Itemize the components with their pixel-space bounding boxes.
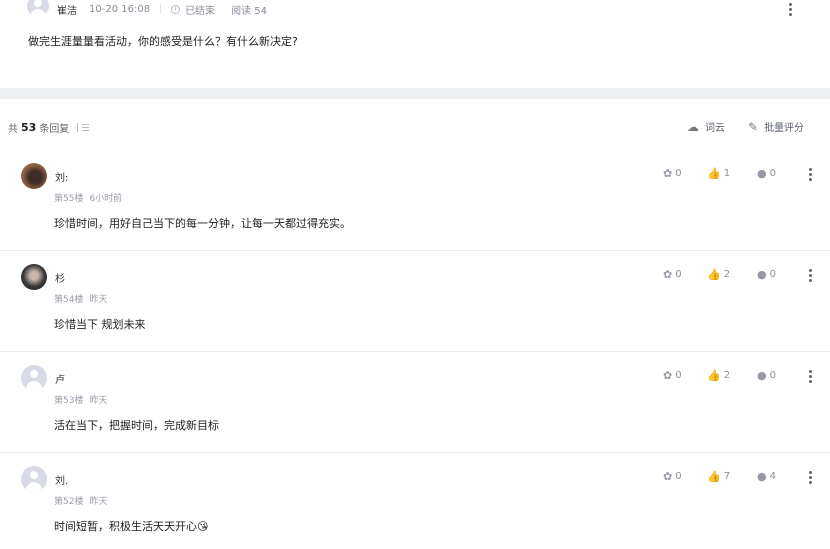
flower-button[interactable]: ✿ 0 [663,269,682,280]
comment-count: 4 [769,471,776,482]
post-meta: 崔洁 10-20 16:08 已结束 阅读 54 [27,0,267,18]
reply-item: 卢 第53楼 昨天 活在当下，把握时间，完成新目标 ✿ 0 👍 2 ● 0 [0,352,830,453]
reply-author[interactable]: 刘: [55,169,68,184]
wordcloud-button[interactable]: ☁ 词云 [687,119,725,135]
thumbs-up-icon: 👍 [707,268,721,281]
post-more-icon[interactable] [788,3,792,17]
reply-item: 刘. 第52楼 昨天 时间短暂，积极生活天天开心😘 ✿ 0 👍 7 ● 4 [0,453,830,549]
status-badge: 已结束 [185,5,216,17]
comment-icon: ● [757,369,767,382]
flower-count: 0 [675,269,682,280]
flower-count: 0 [675,168,682,179]
comment-count: 0 [769,370,776,381]
reply-more-icon[interactable] [808,269,812,283]
comment-icon: ● [757,167,767,180]
edit-icon: ✎ [748,119,759,134]
reply-time: 昨天 [89,396,108,406]
reply-item: 刘: 第55楼 6小时前 珍惜时间，用好自己当下的每一分钟，让每一天都过得充实。 … [0,150,830,251]
reply-content: 珍惜时间，用好自己当下的每一分钟，让每一天都过得充实。 [54,217,351,230]
reply-content: 珍惜当下 规划未来 [54,318,146,331]
author-avatar[interactable] [27,0,49,17]
thumbs-up-icon: 👍 [707,369,721,382]
post-title: 做完生涯量量看活动，你的感受是什么？有什么新决定? [28,35,298,48]
floor-number: 第52楼 [54,497,84,507]
flower-button[interactable]: ✿ 0 [663,168,682,179]
flower-icon: ✿ [663,268,673,281]
like-count: 7 [723,471,731,482]
like-button[interactable]: 👍 2 [707,269,730,280]
cloud-icon: ☁ [687,119,699,134]
floor-number: 第53楼 [54,396,84,406]
like-button[interactable]: 👍 7 [707,471,730,482]
like-button[interactable]: 👍 2 [707,370,730,381]
batch-score-label: 批量评分 [764,123,805,134]
post-header: 崔洁 10-20 16:08 已结束 阅读 54 做完生涯量量看活动，你的感受是… [0,0,830,88]
flower-icon: ✿ [663,167,673,180]
flower-count: 0 [675,471,682,482]
reply-time: 昨天 [89,497,108,507]
comment-button[interactable]: ● 0 [757,168,776,179]
like-count: 1 [723,168,731,179]
comment-icon: ● [757,470,767,483]
comment-icon: ● [757,268,767,281]
reply-more-icon[interactable] [808,471,812,485]
floor-number: 第54楼 [54,295,84,305]
comment-button[interactable]: ● 0 [757,370,776,381]
count-prefix: 共 [8,124,18,135]
like-button[interactable]: 👍 1 [707,168,730,179]
flower-button[interactable]: ✿ 0 [663,471,682,482]
reply-item: 杉 第54楼 昨天 珍惜当下 规划未来 ✿ 0 👍 2 ● 0 [0,251,830,352]
post-author[interactable]: 崔洁 [57,2,77,17]
flower-icon: ✿ [663,369,673,382]
flower-button[interactable]: ✿ 0 [663,370,682,381]
flower-count: 0 [675,370,682,381]
flower-icon: ✿ [663,470,673,483]
reply-content: 活在当下，把握时间，完成新目标 [54,419,219,432]
wordcloud-label: 词云 [705,123,725,134]
reply-time: 6小时前 [89,194,123,204]
like-count: 2 [723,370,731,381]
read-count: 阅读 54 [231,5,267,17]
count-value: 53 [21,121,37,134]
reply-author[interactable]: 杉 [55,270,65,285]
reply-author[interactable]: 刘. [55,472,68,487]
batch-score-button[interactable]: ✎ 批量评分 [748,119,805,135]
post-time: 10-20 16:08 [89,3,151,15]
reply-toolbar: 共 53 条回复 ☁ 词云 ✎ 批量评分 [0,110,830,140]
avatar[interactable] [21,163,47,189]
reply-more-icon[interactable] [808,168,812,182]
floor-number: 第55楼 [54,194,84,204]
thumbs-up-icon: 👍 [707,167,721,180]
comment-button[interactable]: ● 4 [757,471,776,482]
avatar[interactable] [21,365,47,391]
reply-meta: 第54楼 昨天 [54,292,107,305]
reply-content: 时间短暂，积极生活天天开心😘 [54,520,209,533]
reply-meta: 第53楼 昨天 [54,393,107,406]
comment-button[interactable]: ● 0 [757,269,776,280]
reply-meta: 第55楼 6小时前 [54,191,122,204]
reply-meta: 第52楼 昨天 [54,494,107,507]
comment-count: 0 [769,269,776,280]
sort-icon[interactable] [77,122,90,133]
thumbs-up-icon: 👍 [707,470,721,483]
count-suffix: 条回复 [39,124,70,135]
clock-icon [171,4,181,14]
comment-count: 0 [769,168,776,179]
like-count: 2 [723,269,731,280]
reply-time: 昨天 [89,295,108,305]
meta-divider [160,4,162,14]
reply-author[interactable]: 卢 [55,371,65,386]
section-divider [0,88,830,99]
avatar[interactable] [21,264,47,290]
avatar[interactable] [21,466,47,492]
reply-count: 共 53 条回复 [8,120,90,135]
reply-more-icon[interactable] [808,370,812,384]
